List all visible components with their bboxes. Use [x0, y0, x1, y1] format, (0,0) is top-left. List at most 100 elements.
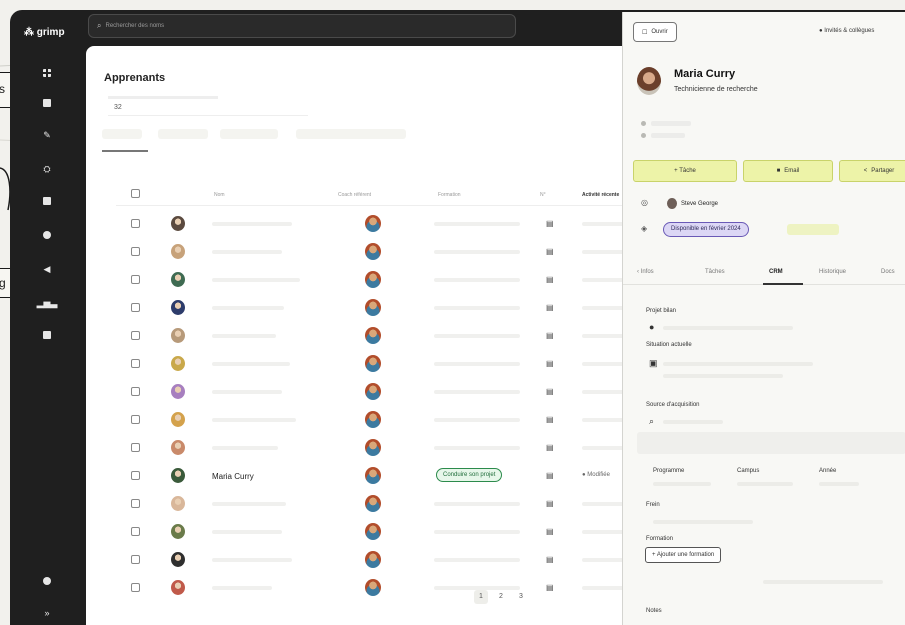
blurred-text — [582, 390, 626, 394]
blurred-text — [582, 250, 626, 254]
document-icon[interactable]: ▤ — [546, 415, 554, 424]
table-row[interactable]: Maria Curry Conduire son projet ▤ ● Modifié… — [116, 462, 626, 490]
status-badge[interactable]: Conduire son projet — [436, 468, 503, 482]
filter-field[interactable]: 32 — [108, 90, 308, 116]
list-tab[interactable] — [296, 129, 406, 139]
share-button[interactable]: < Partager — [839, 160, 905, 182]
column-header-activity[interactable]: Activité récente — [582, 192, 619, 198]
column-header-coach[interactable]: Coach référent — [338, 192, 371, 198]
table-row[interactable]: ▤ — [116, 546, 626, 574]
tab-tasks[interactable]: Tâches — [705, 269, 725, 275]
column-header-name[interactable]: Nom — [214, 192, 225, 198]
share-icon: < — [863, 168, 868, 174]
row-checkbox[interactable] — [131, 359, 140, 368]
field-value-line — [663, 374, 783, 378]
table-row[interactable]: ▤ — [116, 574, 626, 602]
select-all-checkbox[interactable] — [131, 189, 140, 198]
source-search-icon[interactable]: ⌕ — [649, 416, 654, 427]
blurred-text — [434, 362, 520, 366]
blurred-text — [212, 390, 282, 394]
row-checkbox[interactable] — [131, 443, 140, 452]
blurred-text — [212, 222, 292, 226]
blurred-text — [434, 502, 520, 506]
table-row[interactable]: ▤ — [116, 266, 626, 294]
users-icon[interactable]: ⛭ — [42, 164, 52, 174]
document-icon[interactable]: ▤ — [546, 499, 554, 508]
row-checkbox[interactable] — [131, 583, 140, 592]
table-row[interactable]: ▤ — [116, 238, 626, 266]
invite-link[interactable]: ● Invités & collègues — [819, 28, 874, 34]
document-icon[interactable]: ▤ — [546, 555, 554, 564]
row-checkbox[interactable] — [131, 387, 140, 396]
document-icon[interactable]: ▤ — [546, 443, 554, 452]
document-icon[interactable]: ▤ — [546, 471, 554, 480]
row-name[interactable]: Maria Curry — [212, 472, 254, 481]
document-icon[interactable]: ▤ — [546, 387, 554, 396]
column-header-number[interactable]: N° — [540, 192, 546, 198]
row-checkbox[interactable] — [131, 471, 140, 480]
blurred-text — [582, 502, 626, 506]
document-icon[interactable]: ▤ — [546, 303, 554, 312]
row-checkbox[interactable] — [131, 303, 140, 312]
table-row[interactable]: ▤ — [116, 378, 626, 406]
document-icon[interactable]: ▤ — [546, 583, 554, 592]
table-row[interactable]: ▤ — [116, 490, 626, 518]
row-checkbox[interactable] — [131, 527, 140, 536]
chart-icon[interactable]: ✎ — [42, 130, 52, 140]
add-formation-button[interactable]: + Ajouter une formation — [645, 547, 722, 563]
blurred-text — [212, 586, 272, 590]
avatar — [171, 496, 185, 511]
blurred-text — [434, 334, 520, 338]
table-row[interactable]: ▤ — [116, 294, 626, 322]
owner-name[interactable]: Steve George — [681, 201, 718, 207]
row-checkbox[interactable] — [131, 275, 140, 284]
table-icon[interactable] — [42, 330, 52, 340]
table-row[interactable]: ▤ — [116, 518, 626, 546]
settings-icon[interactable] — [42, 230, 52, 240]
list-tab[interactable] — [220, 129, 278, 139]
document-icon[interactable]: ▤ — [546, 219, 554, 228]
open-button[interactable]: ☐ Ouvrir — [633, 22, 677, 42]
table-row[interactable]: ▤ — [116, 350, 626, 378]
stats-icon[interactable]: ▂▅▃ — [37, 298, 58, 308]
row-checkbox[interactable] — [131, 331, 140, 340]
page-2[interactable]: 2 — [494, 590, 508, 604]
add-task-button[interactable]: + Tâche — [633, 160, 737, 182]
list-tab[interactable] — [158, 129, 208, 139]
document-icon[interactable]: ▤ — [546, 527, 554, 536]
tab-crm[interactable]: CRM — [769, 269, 783, 275]
page-3[interactable]: 3 — [514, 590, 528, 604]
expand-icon[interactable]: » — [42, 608, 52, 618]
field-value-line — [763, 580, 883, 584]
tab-docs[interactable]: Docs — [881, 269, 895, 275]
column-header-formation[interactable]: Formation — [438, 192, 461, 198]
email-button[interactable]: ■ Email — [743, 160, 833, 182]
calendar-icon[interactable] — [42, 196, 52, 206]
table-row[interactable]: ▤ — [116, 210, 626, 238]
row-checkbox[interactable] — [131, 247, 140, 256]
app-logo[interactable]: ⁂ grimp — [24, 27, 65, 38]
page-1[interactable]: 1 — [474, 590, 488, 604]
tab-infos[interactable]: ‹ Infos — [637, 269, 654, 275]
row-checkbox[interactable] — [131, 219, 140, 228]
document-icon[interactable]: ▤ — [546, 359, 554, 368]
document-icon[interactable] — [42, 98, 52, 108]
help-icon[interactable] — [42, 576, 52, 586]
global-search[interactable]: ⌕ Rechercher des noms — [88, 14, 516, 38]
document-icon[interactable]: ▤ — [546, 331, 554, 340]
secondary-tag[interactable] — [787, 224, 839, 235]
table-row[interactable]: ▤ — [116, 322, 626, 350]
table-row[interactable]: ▤ — [116, 434, 626, 462]
megaphone-icon[interactable]: ◀ — [42, 264, 52, 274]
list-tab[interactable] — [102, 129, 142, 139]
document-icon[interactable]: ▤ — [546, 275, 554, 284]
row-checkbox[interactable] — [131, 555, 140, 564]
availability-badge[interactable]: Disponible en février 2024 — [663, 222, 749, 237]
row-checkbox[interactable] — [131, 499, 140, 508]
row-checkbox[interactable] — [131, 415, 140, 424]
document-icon[interactable]: ▤ — [546, 247, 554, 256]
grid-icon[interactable] — [42, 68, 52, 78]
table-row[interactable]: ▤ — [116, 406, 626, 434]
tab-history[interactable]: Historique — [819, 269, 846, 275]
active-tab-indicator — [763, 283, 803, 285]
